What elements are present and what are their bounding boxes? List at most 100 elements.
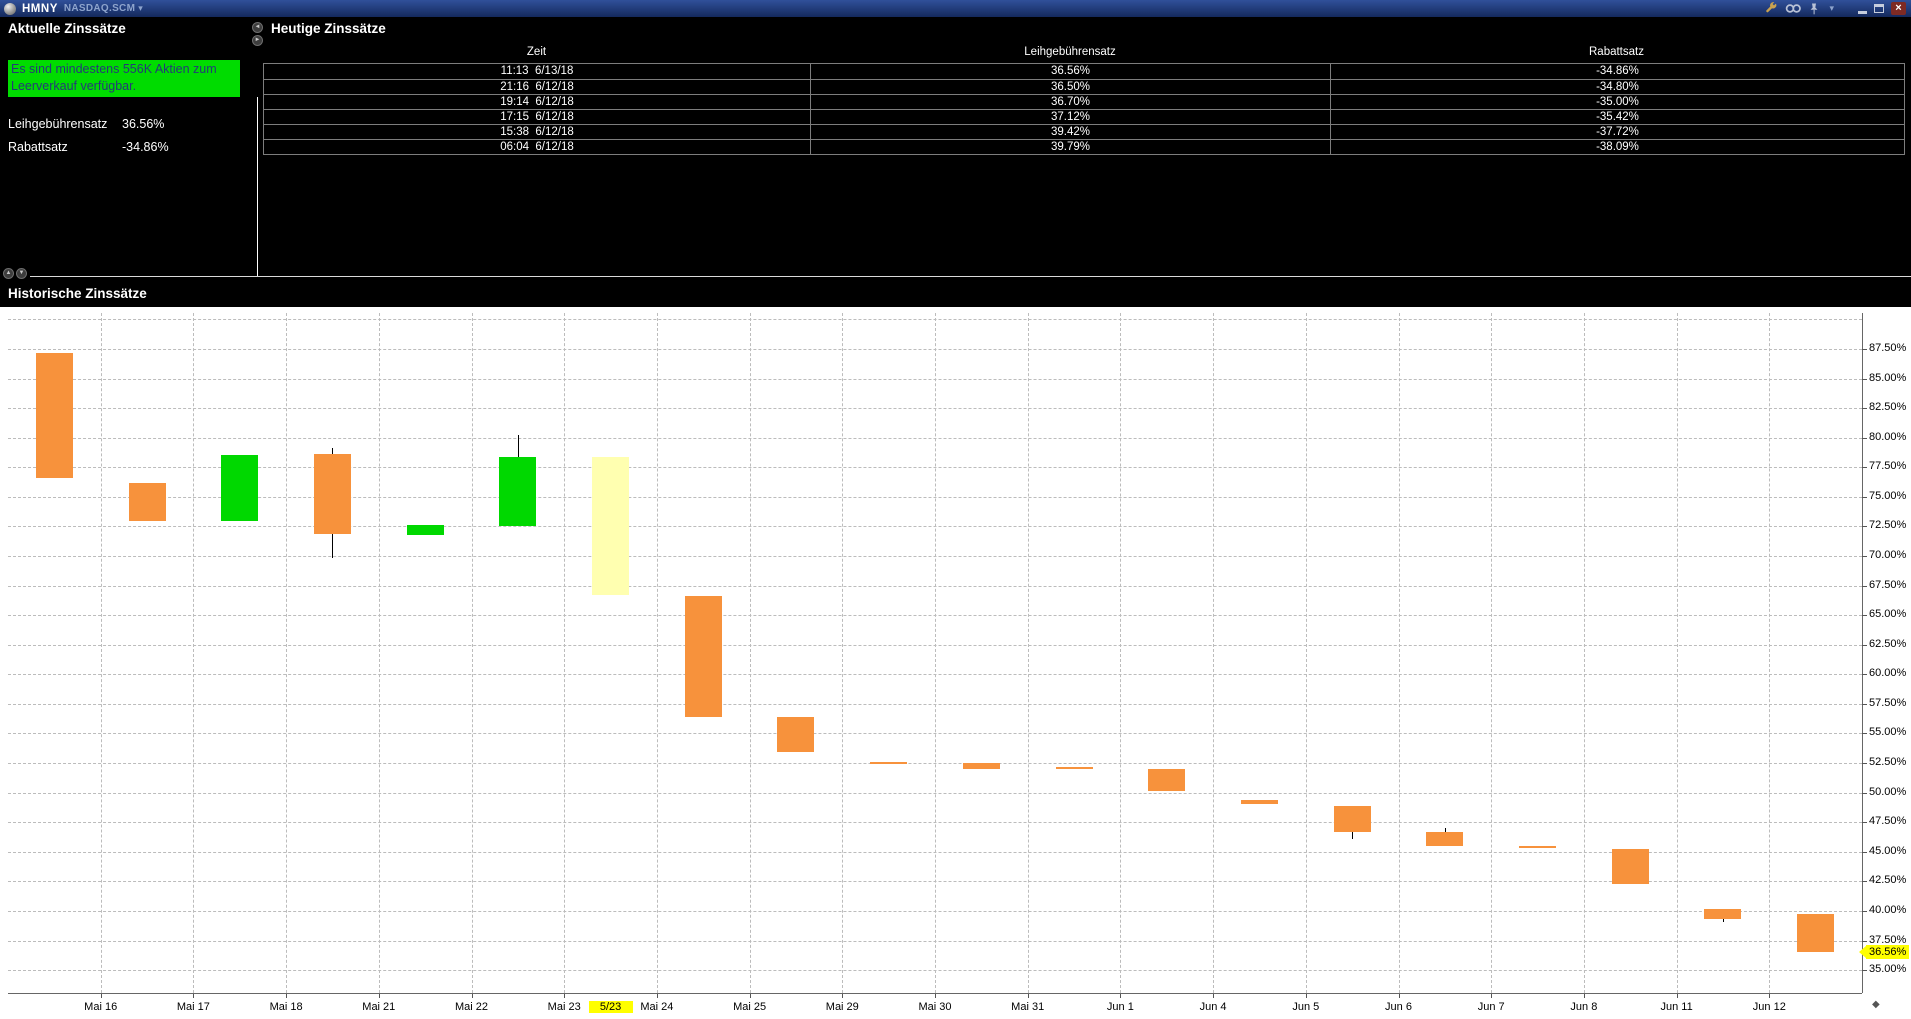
minimize-button[interactable] [1858, 2, 1867, 16]
rate-row[interactable]: 11:13 6/13/1836.56%-34.86% [264, 64, 1904, 79]
candle-mai-24[interactable] [685, 596, 722, 717]
x-axis-label: Jun 6 [1364, 1001, 1434, 1013]
app-icon [4, 3, 16, 15]
candle-mai-15[interactable] [36, 353, 73, 478]
v-gridline [1213, 313, 1214, 993]
y-axis-tick [1862, 438, 1867, 439]
x-axis-label: Mai 25 [715, 1001, 785, 1013]
rate-cell: -35.42% [1331, 110, 1904, 124]
rate-row[interactable]: 19:14 6/12/1836.70%-35.00% [264, 94, 1904, 109]
fee-rate-row: Leihgebührensatz 36.56% [8, 117, 248, 132]
candle-jun-11[interactable] [1704, 909, 1741, 919]
y-axis-tick [1862, 645, 1867, 646]
column-header-leihgebührensatz[interactable]: Leihgebührensatz [810, 46, 1330, 58]
rate-cell: 06:04 6/12/18 [264, 140, 811, 154]
candle-wick-low [1352, 832, 1353, 839]
candle-mai-31[interactable] [1056, 767, 1093, 769]
y-axis-label: 55.00% [1869, 726, 1906, 738]
x-axis-label: Mai 16 [66, 1001, 136, 1013]
v-gridline [1491, 313, 1492, 993]
y-axis-label: 35.00% [1869, 963, 1906, 975]
historical-rates-title: Historische Zinssätze [8, 286, 147, 301]
candle-jun-1[interactable] [1148, 769, 1185, 791]
candle-mai-22[interactable] [499, 457, 536, 527]
rate-cell: 36.56% [811, 64, 1331, 79]
y-axis-label: 52.50% [1869, 756, 1906, 768]
rate-cell: -34.80% [1331, 80, 1904, 94]
candle-mai-23[interactable] [592, 457, 629, 595]
x-axis-label: Mai 18 [251, 1001, 321, 1013]
x-axis-label: Jun 1 [1085, 1001, 1155, 1013]
column-header-zeit[interactable]: Zeit [263, 46, 810, 58]
candle-jun-7[interactable] [1519, 846, 1556, 848]
candle-jun-5[interactable] [1334, 806, 1371, 832]
y-axis-tick [1862, 941, 1867, 942]
tws-rates-window: HMNY NASDAQ.SCM ▾ ▾ [0, 0, 1911, 1019]
y-axis-label: 67.50% [1869, 579, 1906, 591]
candle-wick-low [332, 534, 333, 559]
y-axis-tick [1862, 881, 1867, 882]
y-axis-tick [1862, 526, 1867, 527]
rate-row[interactable]: 17:15 6/12/1837.12%-35.42% [264, 109, 1904, 124]
candle-jun-8[interactable] [1612, 849, 1649, 883]
y-axis-tick [1862, 704, 1867, 705]
symbol-dropdown-icon[interactable]: ▾ [138, 3, 143, 14]
x-axis-label: Mai 30 [900, 1001, 970, 1013]
candle-mai-21[interactable] [407, 525, 444, 534]
rate-cell: 11:13 6/13/18 [264, 64, 811, 79]
candle-mai-30[interactable] [963, 763, 1000, 769]
y-axis-label: 85.00% [1869, 372, 1906, 384]
nav-left-button[interactable]: ◄ [252, 22, 263, 33]
close-button[interactable]: × [1891, 2, 1906, 15]
rate-cell: 36.70% [811, 95, 1331, 109]
pin-dropdown-icon[interactable]: ▾ [1829, 3, 1834, 14]
rate-cell: -34.86% [1331, 64, 1904, 79]
y-axis-label: 47.50% [1869, 815, 1906, 827]
chart-scroll-diamond[interactable]: ◆ [1872, 999, 1880, 1010]
v-gridline [1028, 313, 1029, 993]
x-axis-label: Jun 4 [1178, 1001, 1248, 1013]
candle-mai-17[interactable] [221, 455, 258, 520]
y-axis-tick [1862, 733, 1867, 734]
candle-jun-12[interactable] [1797, 914, 1834, 951]
y-axis-tick [1862, 793, 1867, 794]
pin-icon[interactable] [1809, 2, 1819, 16]
wrench-icon[interactable] [1765, 2, 1778, 16]
pane-divider [257, 97, 258, 276]
rebate-rate-row: Rabattsatz -34.86% [8, 140, 248, 155]
rate-row[interactable]: 21:16 6/12/1836.50%-34.80% [264, 79, 1904, 94]
fee-rate-label: Leihgebührensatz [8, 117, 107, 131]
scroll-up-button[interactable]: ▲ [3, 268, 14, 279]
scroll-down-button[interactable]: ▼ [16, 268, 27, 279]
link-group-icon[interactable] [1785, 2, 1802, 16]
y-axis-tick [1862, 970, 1867, 971]
x-axis-label: Jun 8 [1549, 1001, 1619, 1013]
window-titlebar[interactable]: HMNY NASDAQ.SCM ▾ ▾ [0, 0, 1911, 17]
candle-jun-4[interactable] [1241, 800, 1278, 805]
nav-right-button[interactable]: ► [252, 35, 263, 46]
candle-mai-29[interactable] [870, 762, 907, 764]
candle-mai-25[interactable] [777, 717, 814, 752]
exchange-label: NASDAQ.SCM [64, 3, 135, 14]
rate-row[interactable]: 15:38 6/12/1839.42%-37.72% [264, 124, 1904, 139]
v-gridline [1306, 313, 1307, 993]
historical-rates-chart[interactable]: Mai 16Mai 17Mai 18Mai 21Mai 22Mai 23Mai … [0, 307, 1911, 1019]
column-header-rabattsatz[interactable]: Rabattsatz [1330, 46, 1903, 58]
v-gridline [657, 313, 658, 993]
y-axis-label: 82.50% [1869, 401, 1906, 413]
rate-row[interactable]: 06:04 6/12/1839.79%-38.09% [264, 139, 1904, 154]
maximize-button[interactable] [1874, 2, 1884, 16]
x-axis-label: Mai 17 [158, 1001, 228, 1013]
y-axis-tick [1862, 615, 1867, 616]
candle-mai-18[interactable] [314, 454, 351, 533]
candle-wick-high [518, 435, 519, 456]
rebate-rate-label: Rabattsatz [8, 140, 68, 154]
v-gridline [564, 313, 565, 993]
y-axis-tick [1862, 763, 1867, 764]
candle-jun-6[interactable] [1426, 832, 1463, 846]
notice-line-1: Es sind mindestens 556K Aktien zum [11, 61, 237, 78]
rate-cell: -37.72% [1331, 125, 1904, 139]
candle-mai-16[interactable] [129, 483, 166, 521]
rates-grid: 11:13 6/13/1836.56%-34.86%21:16 6/12/183… [263, 63, 1905, 155]
x-axis-label: Mai 22 [437, 1001, 507, 1013]
